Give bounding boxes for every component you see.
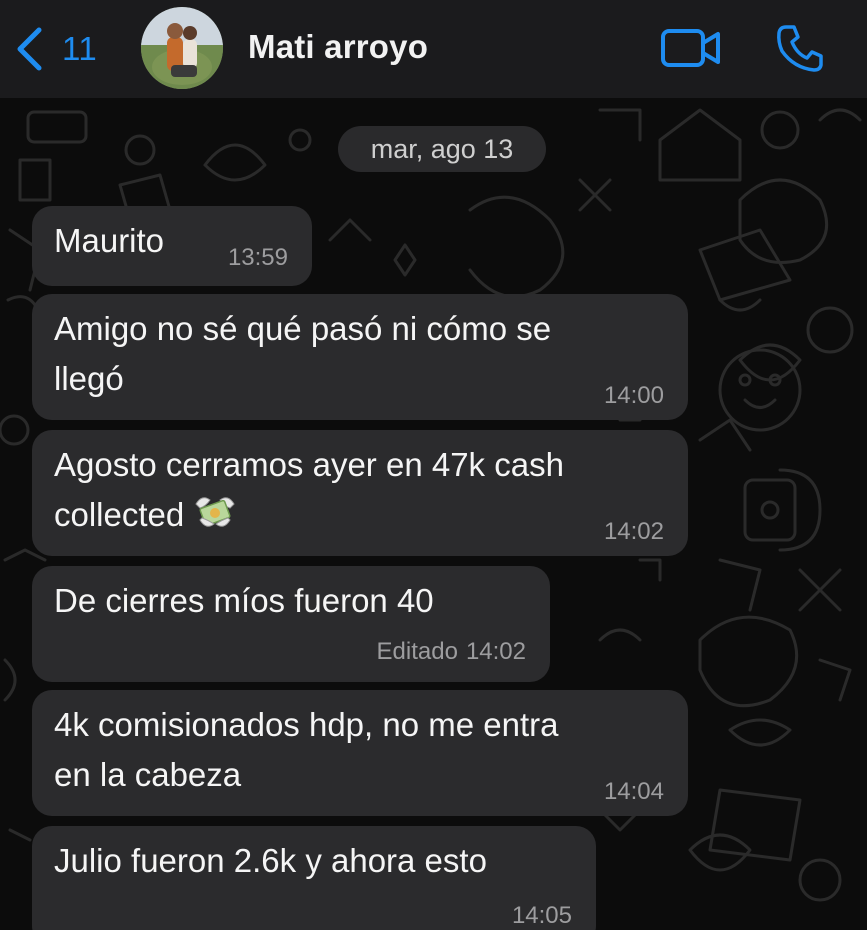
chat-screen: 11 Mati arroyo mar, ago 13 Maurito 13:59… xyxy=(0,0,867,930)
back-button[interactable]: 11 xyxy=(14,24,97,74)
message-bubble[interactable]: 4k comisionados hdp, no me entra en la c… xyxy=(32,690,688,816)
message-line: Julio fueron 2.6k y ahora esto xyxy=(54,842,487,879)
message-line: llegó xyxy=(54,360,124,397)
message-time: 14:05 xyxy=(511,902,572,929)
message-time: 14:04 xyxy=(603,778,664,805)
message-time-value: 14:02 xyxy=(465,638,526,665)
message-time: 13:59 xyxy=(227,244,288,271)
message-line: Agosto cerramos ayer en 47k cash xyxy=(54,446,564,483)
message-text: Maurito xyxy=(54,216,164,266)
message-time: 14:02 xyxy=(603,518,664,545)
message-text: 4k comisionados hdp, no me entra en la c… xyxy=(54,700,558,800)
message-text: Agosto cerramos ayer en 47k cash collect… xyxy=(54,440,564,540)
message-line: Amigo no sé qué pasó ni cómo se xyxy=(54,310,552,347)
message-bubble[interactable]: Amigo no sé qué pasó ni cómo se llegó 14… xyxy=(32,294,688,420)
message-line: 4k comisionados hdp, no me entra xyxy=(54,706,559,743)
edited-label: Editado xyxy=(376,638,458,665)
message-list[interactable]: mar, ago 13 Maurito 13:59 Amigo no sé qu… xyxy=(0,98,867,930)
video-call-button[interactable] xyxy=(658,20,724,76)
voice-call-button[interactable] xyxy=(770,20,830,76)
message-line: collected xyxy=(54,496,185,533)
date-separator: mar, ago 13 xyxy=(338,126,546,172)
message-line: en la cabeza xyxy=(54,756,242,793)
message-line: Maurito xyxy=(54,222,165,259)
contact-avatar[interactable] xyxy=(141,7,223,89)
message-bubble[interactable]: Julio fueron 2.6k y ahora esto 14:05 xyxy=(32,826,596,930)
message-bubble[interactable]: De cierres míos fueron 40 Editado 14:02 xyxy=(32,566,550,682)
message-bubble[interactable]: Agosto cerramos ayer en 47k cash collect… xyxy=(32,430,688,556)
message-time: Editado 14:02 xyxy=(377,638,526,666)
video-camera-icon xyxy=(661,29,720,67)
chevron-left-icon xyxy=(17,27,42,71)
message-bubble[interactable]: Maurito 13:59 xyxy=(32,206,312,286)
message-time: 14:00 xyxy=(603,382,664,409)
contact-name[interactable]: Mati arroyo xyxy=(248,28,428,66)
message-text: De cierres míos fueron 40 xyxy=(54,576,434,626)
chat-header: 11 Mati arroyo xyxy=(0,0,867,98)
money-with-wings-icon xyxy=(195,497,235,528)
unread-count: 11 xyxy=(62,30,98,67)
message-text: Julio fueron 2.6k y ahora esto xyxy=(54,836,487,886)
avatar-photo xyxy=(141,7,223,89)
message-line-with-emoji: collected xyxy=(54,490,564,540)
message-text: Amigo no sé qué pasó ni cómo se llegó xyxy=(54,304,551,404)
message-line: De cierres míos fueron 40 xyxy=(54,582,434,619)
phone-icon xyxy=(777,25,823,72)
